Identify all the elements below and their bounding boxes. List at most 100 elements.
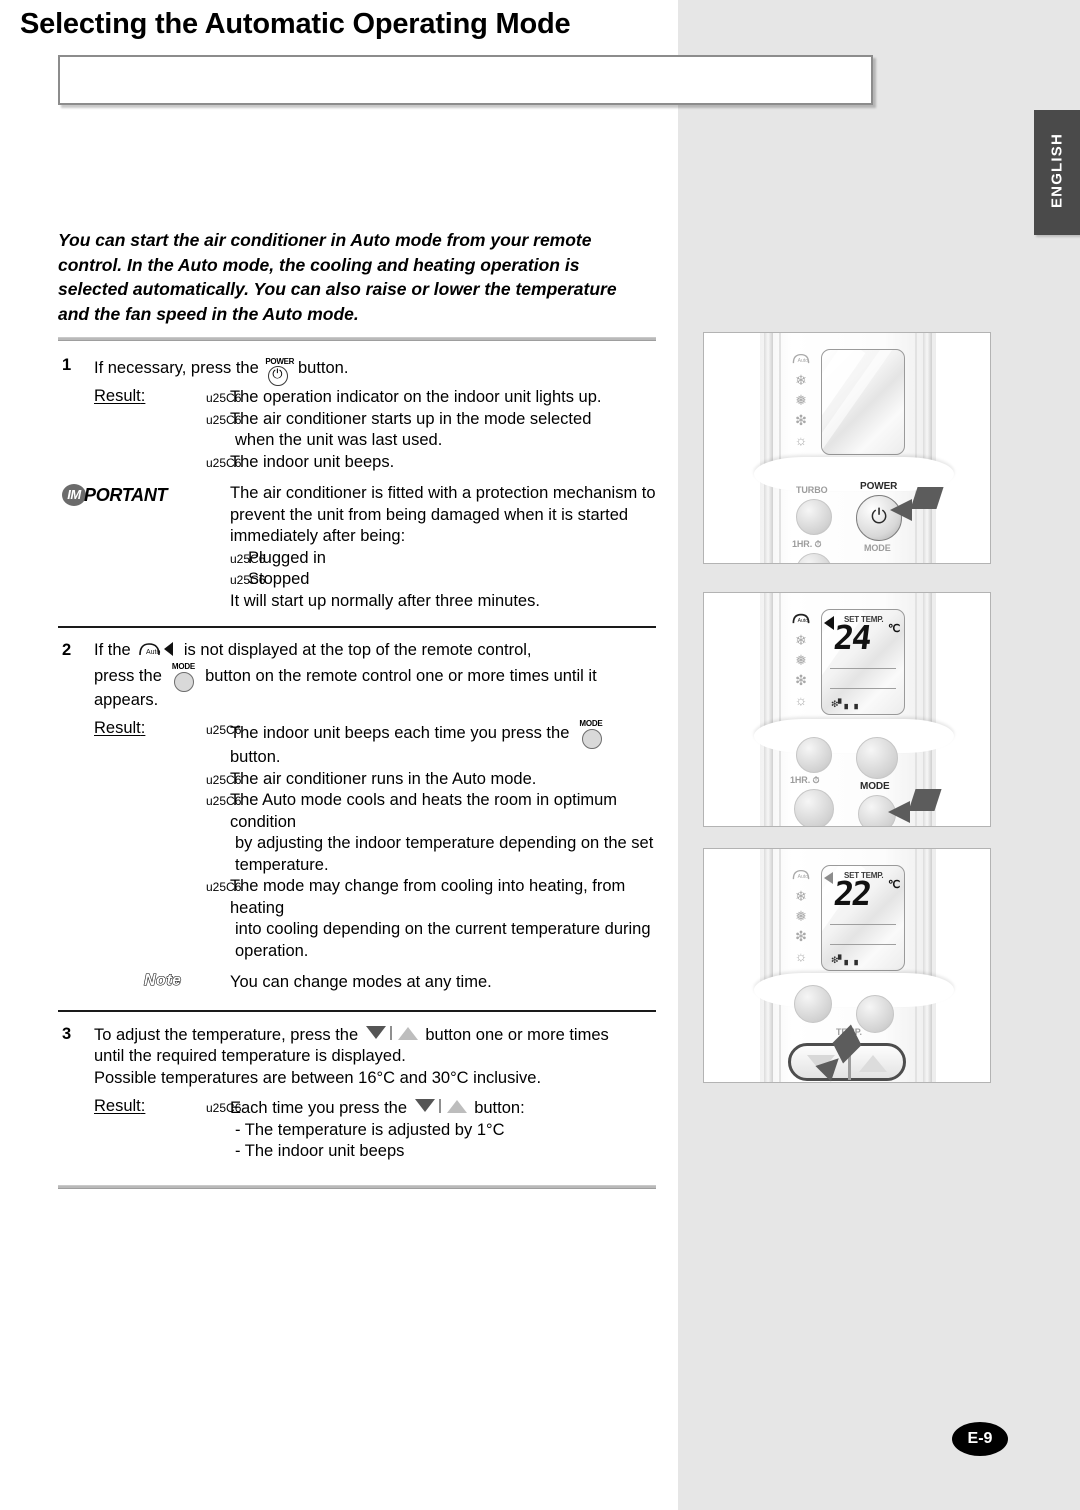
step-1-text-before: If necessary, press the [94, 359, 259, 377]
important-line-1: The air conditioner is fitted with a pro… [230, 484, 656, 502]
remote-seam-left [779, 593, 781, 826]
remote-control-graphic: Auto ❄ ❅ ❇ ☼ SET TEMP. 24 ℃ ❇▘▖▗ 1HR. ⏱ … [754, 593, 954, 826]
remote-lcd-screen [821, 349, 905, 455]
mode-indicator-column: Auto ❄ ❅ ❇ ☼ [790, 351, 816, 451]
important-line-3: immediately after being: [230, 527, 406, 545]
auto-mode-pointer-icon [164, 642, 174, 656]
lcd-fan-indicator: ❇▘▖▗ [831, 955, 858, 965]
heat-sun-icon: ☼ [794, 692, 808, 708]
list-item: Each time you press the button: - The te… [206, 1097, 658, 1163]
turbo-button[interactable] [796, 737, 832, 773]
power-symbol-icon: ⏻ [272, 366, 283, 381]
auto-mode-pointer-icon [824, 616, 834, 630]
pointer-cursor-tip [888, 801, 910, 823]
temp-buttons-divider [438, 1099, 441, 1113]
fan-icon: ❇ [795, 412, 807, 428]
step-2: 2 If the Auto is not displayed at the to… [58, 640, 658, 711]
step-1-result: Result: The operation indicator on the i… [58, 387, 658, 473]
step-3-text-d: Possible temperatures are between 16°C a… [94, 1068, 542, 1087]
list-item: Stopped [230, 569, 658, 591]
step-3-bullet-post: button: [474, 1099, 525, 1117]
temp-buttons-divider [389, 1025, 392, 1040]
set-temp-unit: ℃ [888, 623, 901, 635]
list-item: The air conditioner runs in the Auto mod… [206, 769, 658, 791]
step-1-text-after: button. [297, 359, 349, 377]
temp-down-arrow-icon [365, 1025, 386, 1039]
remote-highlight-swoosh [754, 973, 954, 1007]
step-3-text-c: until the required temperature is displa… [94, 1047, 406, 1065]
auto-mode-icon: Auto [790, 351, 812, 369]
step-1-text: If necessary, press the POWER ⏻ button. [94, 355, 658, 386]
timer-1hr-label: 1HR. ⏱ [792, 539, 822, 549]
set-temp-value: 22 [831, 874, 873, 913]
list-item-continuation: when the unit was last used. [235, 431, 443, 449]
important-closing: It will start up normally after three mi… [230, 591, 540, 610]
power-button-label: POWER [860, 481, 898, 492]
temp-updown-buttons-icon[interactable] [365, 1024, 418, 1044]
mode-indicator-column: Auto ❄ ❅ ❇ ☼ [790, 867, 816, 967]
list-item: The Auto mode cools and heats the room i… [206, 790, 658, 876]
step-2-bullet-1-post: button. [230, 748, 281, 766]
step-2-number: 2 [62, 641, 72, 659]
step-3-result-label: Result: [94, 1097, 146, 1115]
mode-button-icon[interactable]: MODE [168, 661, 198, 692]
svg-text:Auto: Auto [146, 649, 161, 656]
pointer-cursor-tail [910, 487, 944, 509]
power-button[interactable] [856, 737, 898, 779]
remote-control-graphic: Auto ❄ ❅ ❇ ☼ TURBO POWER ⏻ 1HR. ⏱ MODE [754, 333, 954, 563]
dry-droplet-icon: ❅ [795, 392, 807, 408]
temp-up-arrow-icon[interactable] [859, 1055, 887, 1072]
auto-mode-icon-svg: Auto [792, 869, 810, 880]
divider-before-step-3 [58, 1009, 656, 1012]
note-text: You can change modes at any time. [230, 973, 492, 991]
list-item: The indoor unit beeps. [206, 452, 658, 474]
step-1-number: 1 [62, 356, 72, 374]
mode-button-label: MODE [860, 781, 890, 792]
step-2-result: Result: The indoor unit beeps each time … [58, 719, 658, 962]
note-callout: Note You can change modes at any time. [58, 971, 658, 994]
dry-droplet-icon: ❅ [795, 652, 807, 668]
pointer-cursor-tail [908, 789, 942, 811]
list-item: The operation indicator on the indoor un… [206, 387, 658, 409]
important-label-word: PORTANT [84, 485, 168, 505]
temp-updown-buttons-icon[interactable] [414, 1097, 467, 1117]
step-3-result-bullets: Each time you press the button: - The te… [206, 1097, 658, 1163]
remote-highlight-swoosh [754, 457, 954, 491]
step-2-text-b: is not displayed at the top of the remot… [183, 641, 532, 659]
page-number-badge: E-9 [952, 1422, 1008, 1456]
power-button-icon[interactable]: POWER ⏻ [265, 355, 294, 386]
step-3: 3 To adjust the temperature, press the b… [58, 1024, 658, 1090]
mode-indicator-column: Auto ❄ ❅ ❇ ☼ [790, 611, 816, 711]
heat-sun-icon: ☼ [794, 948, 808, 964]
remote-lcd-screen: SET TEMP. 22 ℃ ❇▘▖▗ [821, 865, 905, 971]
mode-button-icon-label: MODE [171, 661, 196, 671]
step-3-number: 3 [62, 1024, 72, 1043]
important-badge-icon: IM [62, 484, 86, 506]
heat-sun-icon: ☼ [794, 432, 808, 448]
mode-button-icon-circle [174, 671, 195, 692]
step-2-result-label: Result: [94, 719, 146, 737]
turbo-button[interactable] [796, 499, 832, 535]
important-line-2: prevent the unit from being damaged when… [230, 505, 629, 524]
mode-button-icon-circle [581, 729, 602, 749]
auto-mode-icon: Auto [790, 611, 812, 629]
step-1-result-label: Result: [94, 387, 146, 405]
fan-icon: ❇ [795, 672, 807, 688]
mode-button-icon[interactable]: MODE [576, 719, 606, 749]
auto-mode-icon-svg: Auto [792, 613, 810, 624]
step-2-text-d: button on the remote control one or more… [205, 666, 597, 685]
step-3-text-b: button one or more times [425, 1025, 609, 1044]
auto-mode-icon-svg: Auto [792, 353, 810, 364]
auto-mode-icon: Auto [790, 867, 812, 885]
remote-seam-left [779, 849, 781, 1082]
turbo-button[interactable] [794, 985, 832, 1023]
timer-1hr-button[interactable] [794, 789, 834, 826]
timer-1hr-label: 1HR. ⏱ [790, 775, 820, 785]
set-temp-value: 24 [831, 618, 873, 657]
list-item: The indoor unit beeps each time you pres… [206, 719, 658, 769]
remote-seam-right [915, 849, 917, 1082]
divider-bottom [58, 1184, 656, 1189]
sub-item: - The temperature is adjusted by 1°C [235, 1120, 505, 1139]
lcd-line-1 [830, 668, 896, 670]
step-2-bullet-1-pre: The indoor unit beeps each time you pres… [230, 724, 570, 742]
